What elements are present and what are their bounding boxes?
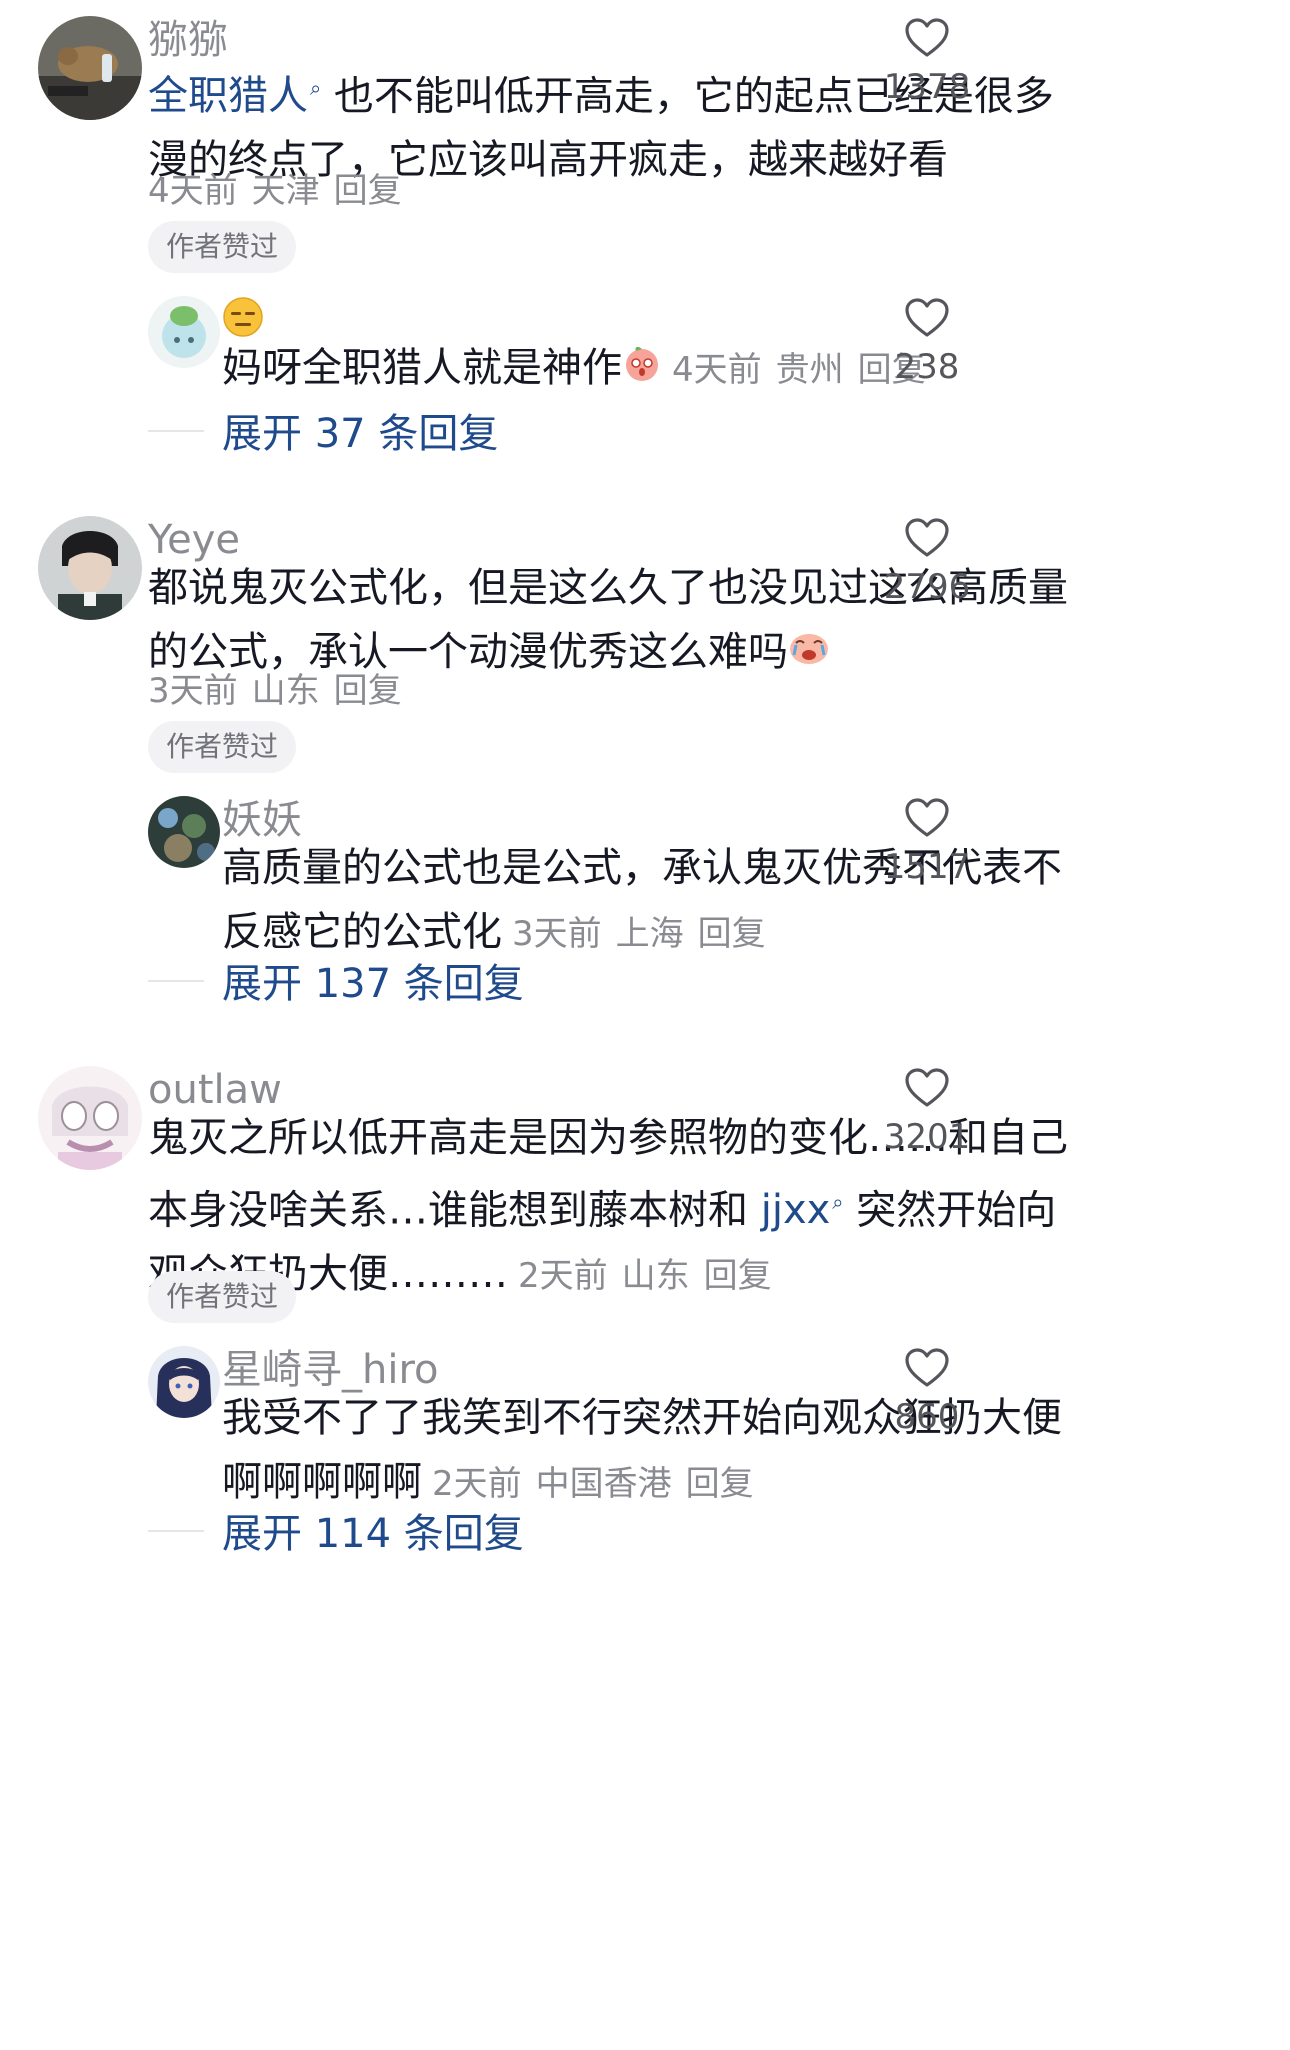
heart-outline-icon	[905, 1348, 949, 1387]
location: 贵州	[775, 350, 844, 390]
reply-username[interactable]: 妖妖	[222, 800, 302, 840]
reply-button[interactable]: 回复	[698, 914, 766, 954]
reply-username[interactable]: 星崎寻_hiro	[222, 1350, 439, 1390]
timestamp: 2天前	[518, 1256, 608, 1297]
divider	[148, 1530, 204, 1532]
reply-avatar[interactable]	[148, 796, 220, 868]
heart-outline-icon	[905, 298, 949, 337]
crying-face-emoji	[788, 622, 830, 686]
expand-replies-button[interactable]: 展开 137 条回复	[222, 964, 524, 1004]
like-count: 1517	[883, 847, 971, 887]
username[interactable]: Yeye	[148, 520, 240, 560]
timestamp: 3天前	[148, 671, 238, 711]
location: 中国香港	[535, 1464, 672, 1504]
timestamp: 4天前	[672, 350, 762, 390]
reply-button[interactable]: 回复	[334, 171, 402, 211]
author-liked-badge: 作者赞过	[148, 721, 297, 773]
search-icon: ⌕	[310, 76, 322, 100]
username[interactable]: outlaw	[148, 1070, 282, 1110]
avatar[interactable]	[38, 516, 142, 620]
reply-avatar[interactable]	[148, 296, 220, 368]
shocked-peach-emoji	[622, 338, 662, 402]
reply-button[interactable]: 回复	[686, 1464, 754, 1504]
like-count: 2796	[883, 567, 971, 607]
comment-meta: 4天前 天津 回复	[148, 174, 402, 208]
expand-replies-button[interactable]: 展开 37 条回复	[222, 414, 498, 454]
heart-outline-icon	[905, 18, 949, 57]
divider	[148, 430, 204, 432]
heart-outline-icon	[905, 518, 949, 557]
like-count: 3201	[883, 1117, 971, 1157]
like-count: 860	[894, 1397, 960, 1437]
location: 山东	[251, 671, 320, 711]
timestamp: 2天前	[432, 1464, 522, 1504]
like-button[interactable]: 3201	[867, 1068, 987, 1154]
like-button[interactable]: 238	[867, 298, 987, 384]
author-liked-badge: 作者赞过	[148, 221, 297, 273]
expand-replies-button[interactable]: 展开 114 条回复	[222, 1514, 524, 1554]
location: 山东	[621, 1256, 690, 1297]
divider	[148, 980, 204, 982]
reply-button[interactable]: 回复	[334, 671, 402, 711]
avatar[interactable]	[38, 1066, 142, 1170]
heart-outline-icon	[905, 1068, 949, 1107]
location: 天津	[251, 171, 320, 211]
location: 上海	[615, 914, 684, 954]
username[interactable]: 猕猕	[148, 20, 228, 60]
like-button[interactable]: 1517	[867, 798, 987, 884]
heart-outline-icon	[905, 798, 949, 837]
author-liked-badge: 作者赞过	[148, 1271, 297, 1323]
reply-button[interactable]: 回复	[704, 1256, 772, 1296]
like-count: 238	[894, 347, 960, 387]
reply-avatar[interactable]	[148, 1346, 220, 1418]
like-button[interactable]: 2796	[867, 518, 987, 604]
mention-link[interactable]: jjxx ⌕	[761, 1187, 844, 1233]
like-button[interactable]: 860	[867, 1348, 987, 1434]
mention-link[interactable]: 全职猎人 ⌕	[148, 73, 321, 119]
comment-meta: 3天前 山东 回复	[148, 674, 402, 708]
avatar[interactable]	[38, 16, 142, 120]
like-count: 1378	[883, 67, 971, 107]
timestamp: 3天前	[512, 914, 602, 954]
search-icon: ⌕	[832, 1190, 844, 1214]
like-button[interactable]: 1378	[867, 18, 987, 104]
timestamp: 4天前	[148, 171, 238, 211]
